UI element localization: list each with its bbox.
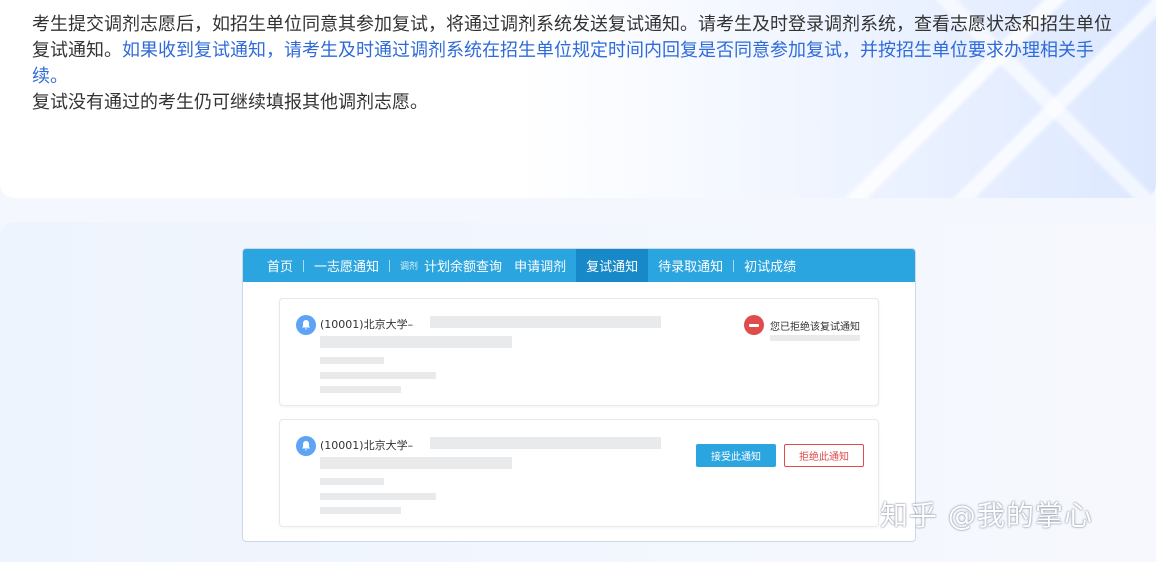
info-text-3: 复试没有通过的考生仍可继续填报其他调剂志愿。 (32, 92, 428, 113)
reject-notice-button[interactable]: 拒绝此通知 (784, 444, 864, 467)
info-text-highlight: 如果收到复试通知，请考生及时通过调剂系统在招生单位规定时间内回复是否同意参加复试… (32, 40, 1094, 87)
nav-home[interactable]: 首页 (243, 249, 303, 282)
placeholder-bar (320, 493, 436, 500)
placeholder-bar (320, 457, 512, 469)
info-paragraph: 考生提交调剂志愿后，如招生单位同意其参加复试，将通过调剂系统发送复试通知。请考生… (32, 12, 1127, 90)
rejected-status: 您已拒绝该复试通知 (744, 315, 860, 335)
nav-retest-notice[interactable]: 复试通知 (576, 249, 649, 282)
top-nav: 首页 一志愿通知 调剂 计划余额查询 申请调剂 复试通知 待录取通知 初试成绩 (243, 249, 915, 282)
nav-apply-adjust[interactable]: 申请调剂 (512, 249, 576, 282)
watermark: 知乎 @我的掌心 (880, 499, 1093, 532)
info-card: 考生提交调剂志愿后，如招生单位同意其参加复试，将通过调剂系统发送复试通知。请考生… (0, 0, 1156, 198)
nav-adjust-label: 调剂 (400, 262, 419, 272)
info-text: 考生提交调剂志愿后，如招生单位同意其参加复试，将通过调剂系统发送复试通知。请考生… (32, 12, 1127, 116)
minus-circle-icon (744, 315, 764, 335)
university-name: (10001)北京大学– (320, 439, 414, 452)
placeholder-bar (320, 336, 512, 348)
notice-card-pending: (10001)北京大学– 接受此通知 拒绝此通知 (279, 419, 879, 527)
bell-icon (296, 436, 316, 456)
placeholder-bar (770, 335, 860, 341)
nav-first-choice[interactable]: 一志愿通知 (304, 249, 389, 282)
university-name: (10001)北京大学– (320, 318, 414, 331)
placeholder-bar (320, 372, 436, 379)
system-window: 首页 一志愿通知 调剂 计划余额查询 申请调剂 复试通知 待录取通知 初试成绩 … (242, 248, 916, 542)
placeholder-bar (320, 507, 401, 514)
status-text: 您已拒绝该复试通知 (770, 321, 860, 333)
accept-notice-button[interactable]: 接受此通知 (696, 444, 776, 467)
placeholder-bar (430, 437, 661, 449)
bell-icon (296, 315, 316, 335)
placeholder-bar (320, 357, 384, 364)
nav-admission-notice[interactable]: 待录取通知 (648, 249, 733, 282)
placeholder-bar (320, 386, 401, 393)
nav-first-scores[interactable]: 初试成绩 (734, 249, 806, 282)
placeholder-bar (430, 316, 661, 328)
nav-quota-query[interactable]: 计划余额查询 (422, 249, 512, 282)
notice-card-rejected: (10001)北京大学– 您已拒绝该复试通知 (279, 298, 879, 406)
placeholder-bar (320, 478, 384, 485)
